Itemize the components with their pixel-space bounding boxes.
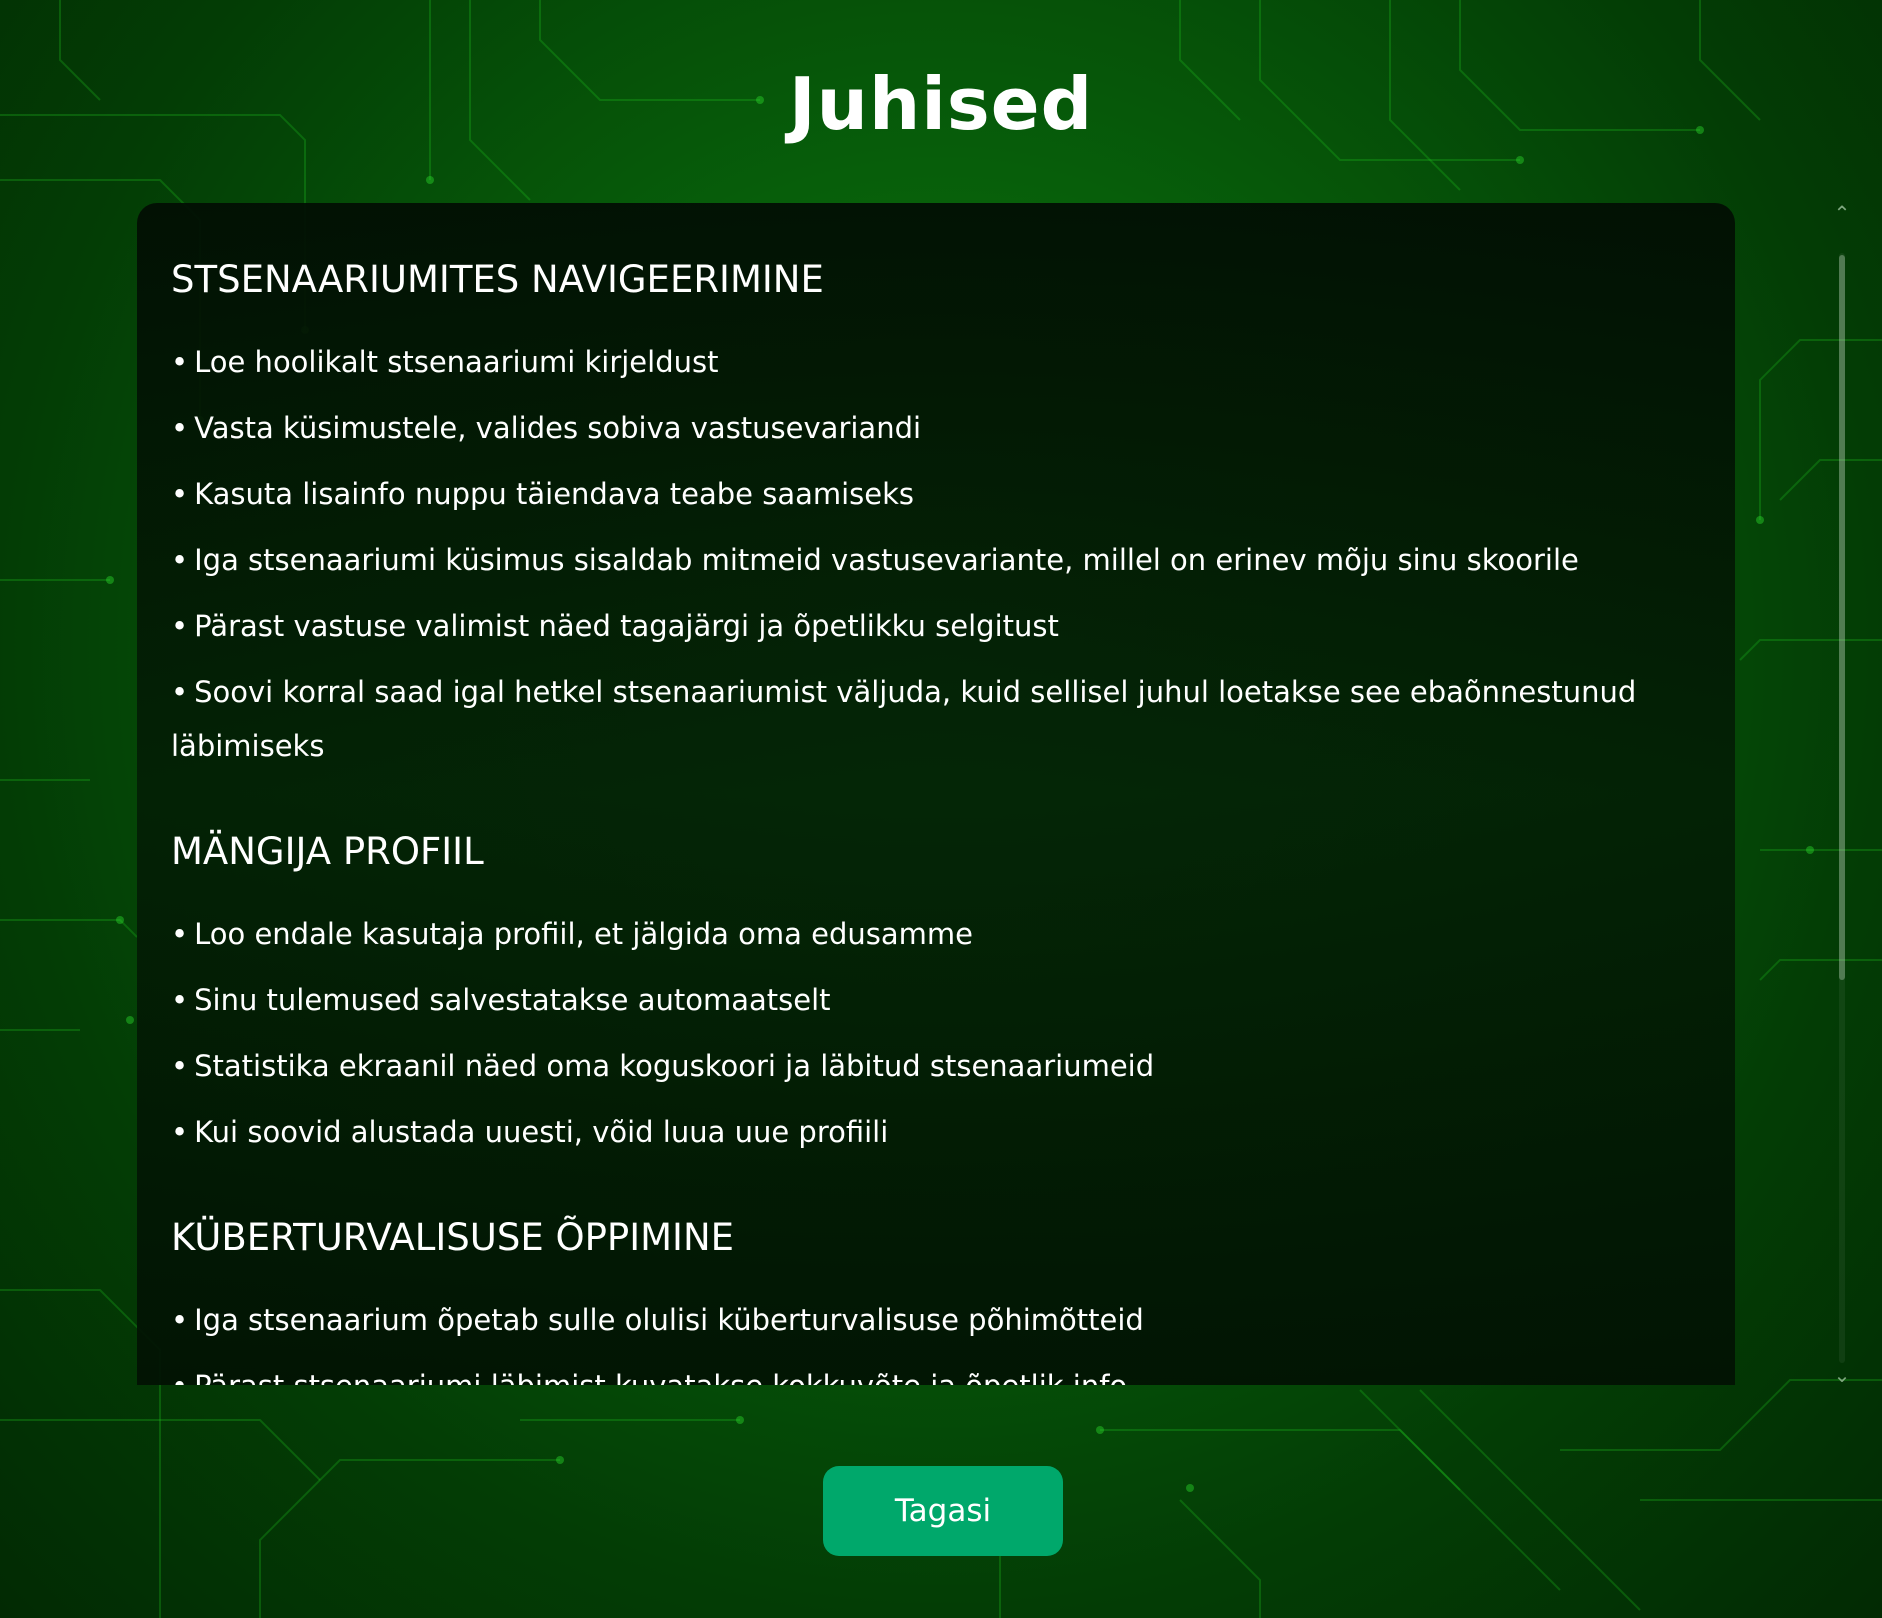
bullet-icon: • (171, 983, 189, 1017)
section-heading: KÜBERTURVALISUSE ÕPPIMINE (171, 1216, 735, 1259)
section-heading: STSENAARIUMITES NAVIGEERIMINE (171, 258, 824, 301)
bullet-icon: • (171, 1303, 189, 1337)
instruction-section: KÜBERTURVALISUSE ÕPPIMINE • Iga stsenaariu… (171, 1213, 1701, 1385)
instruction-item: • Pärast stsenaariumi läbimist kuvatakse … (171, 1359, 1701, 1385)
chevron-up-icon[interactable]: ⌃ (1832, 203, 1852, 223)
instruction-section: MÄNGIJA PROFIIL • Loo endale kasutaja prof… (171, 827, 1701, 1159)
instruction-text: Kasuta lisainfo nuppu täiendava teabe sa… (194, 477, 915, 511)
bullet-icon: • (171, 411, 189, 445)
bullet-icon: • (171, 917, 189, 951)
scrollbar-thumb[interactable] (1839, 255, 1845, 980)
instruction-text: Loe hoolikalt stsenaariumi kirjeldust (194, 345, 719, 379)
instructions-content: STSENAARIUMITES NAVIGEERIMINE • Loe hoolik… (171, 255, 1701, 1385)
instruction-item: • Iga stsenaarium õpetab sulle olulisi kü… (171, 1293, 1701, 1347)
instruction-text: Iga stsenaariumi küsimus sisaldab mitmei… (194, 543, 1579, 577)
chevron-down-icon[interactable]: ⌄ (1832, 1365, 1852, 1385)
instruction-text: Kui soovid alustada uuesti, võid luua uu… (194, 1115, 889, 1149)
page-title: Juhised (788, 62, 1094, 146)
instruction-item: • Vasta küsimustele, valides sobiva vastu… (171, 401, 1701, 455)
instructions-panel[interactable]: STSENAARIUMITES NAVIGEERIMINE • Loe hoolik… (137, 203, 1735, 1385)
scrollbar[interactable]: ⌃ ⌄ (1832, 203, 1852, 1385)
instruction-text: Soovi korral saad igal hetkel stsenaariu… (171, 675, 1637, 763)
instruction-section: STSENAARIUMITES NAVIGEERIMINE • Loe hoolik… (171, 255, 1701, 773)
instruction-text: Vasta küsimustele, valides sobiva vastus… (194, 411, 922, 445)
bullet-icon: • (171, 1049, 189, 1083)
section-heading: MÄNGIJA PROFIIL (171, 830, 484, 873)
instruction-text: Iga stsenaarium õpetab sulle olulisi küb… (194, 1303, 1144, 1337)
instruction-text: Sinu tulemused salvestatakse automaatsel… (194, 983, 831, 1017)
instruction-item: • Kui soovid alustada uuesti, võid luua u… (171, 1105, 1701, 1159)
bullet-icon: • (171, 1115, 189, 1149)
instruction-item: • Loo endale kasutaja profiil, et jälgida… (171, 907, 1701, 961)
bullet-icon: • (171, 1369, 188, 1385)
bullet-icon: • (171, 543, 189, 577)
bullet-icon: • (171, 477, 189, 511)
instruction-item: • Iga stsenaariumi küsimus sisaldab mitme… (171, 533, 1701, 587)
bullet-icon: • (171, 609, 189, 643)
bullet-icon: • (171, 675, 189, 709)
back-button[interactable]: Tagasi (823, 1466, 1063, 1556)
instruction-item: • Statistika ekraanil näed oma koguskoori… (171, 1039, 1701, 1093)
instruction-text: Statistika ekraanil näed oma koguskoori … (194, 1049, 1155, 1083)
instruction-text: Loo endale kasutaja profiil, et jälgida … (194, 917, 973, 951)
instruction-item: • Soovi korral saad igal hetkel stsenaari… (171, 665, 1701, 773)
instruction-text: Pärast vastuse valimist näed tagajärgi j… (194, 609, 1059, 643)
instruction-item: • Loe hoolikalt stsenaariumi kirjeldust (171, 335, 1701, 389)
instruction-item: • Pärast vastuse valimist näed tagajärgi … (171, 599, 1701, 653)
instruction-text: Pärast stsenaariumi läbimist kuvatakse k… (194, 1369, 1127, 1385)
instruction-item: • Sinu tulemused salvestatakse automaatse… (171, 973, 1701, 1027)
bullet-icon: • (171, 345, 189, 379)
instruction-item: • Kasuta lisainfo nuppu täiendava teabe s… (171, 467, 1701, 521)
